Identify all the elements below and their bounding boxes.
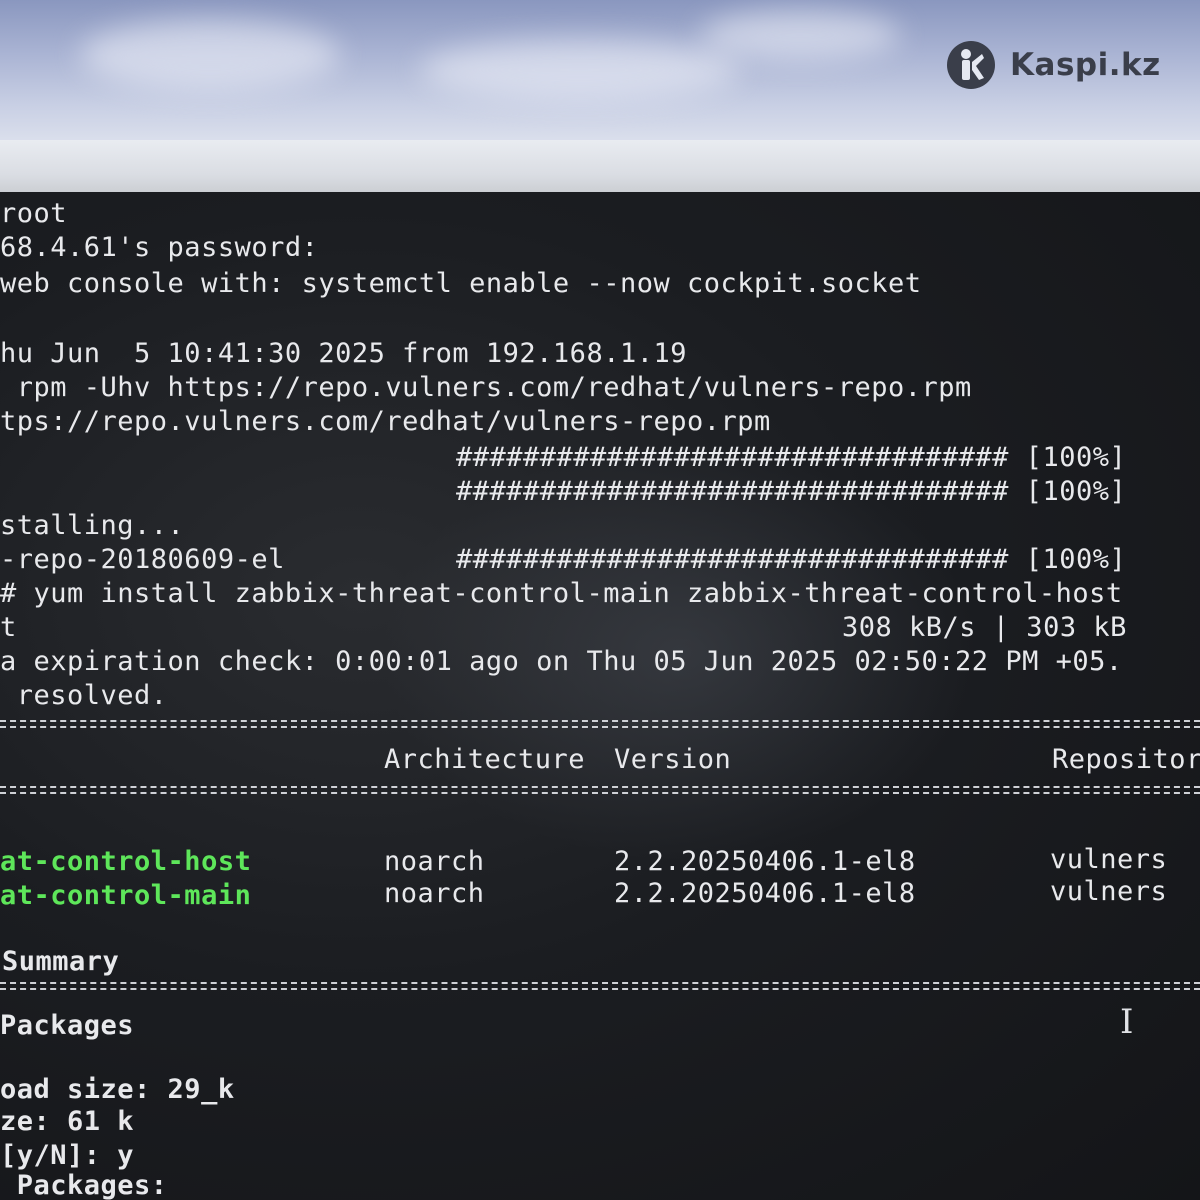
terminal-line: -repo-20180609-el xyxy=(0,544,285,575)
package-arch: noarch xyxy=(384,878,485,909)
download-size: oad size: 29_k xyxy=(0,1074,235,1105)
package-name: at-control-main xyxy=(0,880,252,911)
progress-bar-line: ################################# [100%] xyxy=(456,544,1127,575)
progress-bar-line: ################################# [100%] xyxy=(456,476,1127,507)
monitor-bezel xyxy=(0,140,1200,198)
separator xyxy=(0,786,1200,794)
separator xyxy=(0,720,1200,728)
terminal-line: a expiration check: 0:00:01 ago on Thu 0… xyxy=(0,646,1123,677)
terminal-line: stalling... xyxy=(0,510,185,541)
photo-of-monitor: Kaspi.kz root 68.4.61's password: web co… xyxy=(0,0,1200,1200)
package-arch: noarch xyxy=(384,846,485,877)
column-header-architecture: Architecture xyxy=(384,744,586,775)
installed-size: ze: 61 k xyxy=(0,1106,135,1137)
text-cursor-icon: I xyxy=(1120,1002,1134,1042)
terminal-window[interactable]: root 68.4.61's password: web console wit… xyxy=(0,192,1200,1200)
package-name: at-control-host xyxy=(0,846,252,877)
terminal-line: root xyxy=(0,198,68,229)
package-version: 2.2.20250406.1-el8 xyxy=(614,878,916,909)
column-header-version: Version xyxy=(614,744,732,775)
separator xyxy=(0,982,1200,990)
terminal-line: rpm -Uhv https://repo.vulners.com/redhat… xyxy=(0,372,972,403)
terminal-line: hu Jun 5 10:41:30 2025 from 192.168.1.19 xyxy=(0,338,687,369)
command-line: # yum install zabbix-threat-control-main… xyxy=(0,578,1123,609)
terminal-line: t xyxy=(0,612,17,643)
package-repo: vulners xyxy=(1050,844,1168,875)
summary-footer: Packages: xyxy=(0,1170,168,1200)
column-header-repository: Repositor xyxy=(1052,744,1200,775)
watermark-text: Kaspi.kz xyxy=(1010,47,1161,83)
progress-bar-line: ################################# [100%] xyxy=(456,442,1127,473)
summary-title: Summary xyxy=(2,946,120,977)
download-speed: 308 kB/s | 303 kB xyxy=(842,612,1127,643)
package-repo: vulners xyxy=(1050,876,1168,907)
confirm-prompt[interactable]: [y/N]: y xyxy=(0,1142,134,1169)
package-version: 2.2.20250406.1-el8 xyxy=(614,846,916,877)
terminal-line: 68.4.61's password: xyxy=(0,232,319,263)
watermark: Kaspi.kz xyxy=(946,40,1161,90)
terminal-line: tps://repo.vulners.com/redhat/vulners-re… xyxy=(0,406,771,437)
terminal-line: web console with: systemctl enable --now… xyxy=(0,268,922,299)
summary-packages: Packages xyxy=(0,1010,135,1041)
kaspi-logo-icon xyxy=(947,41,995,89)
terminal-line: resolved. xyxy=(0,680,168,711)
